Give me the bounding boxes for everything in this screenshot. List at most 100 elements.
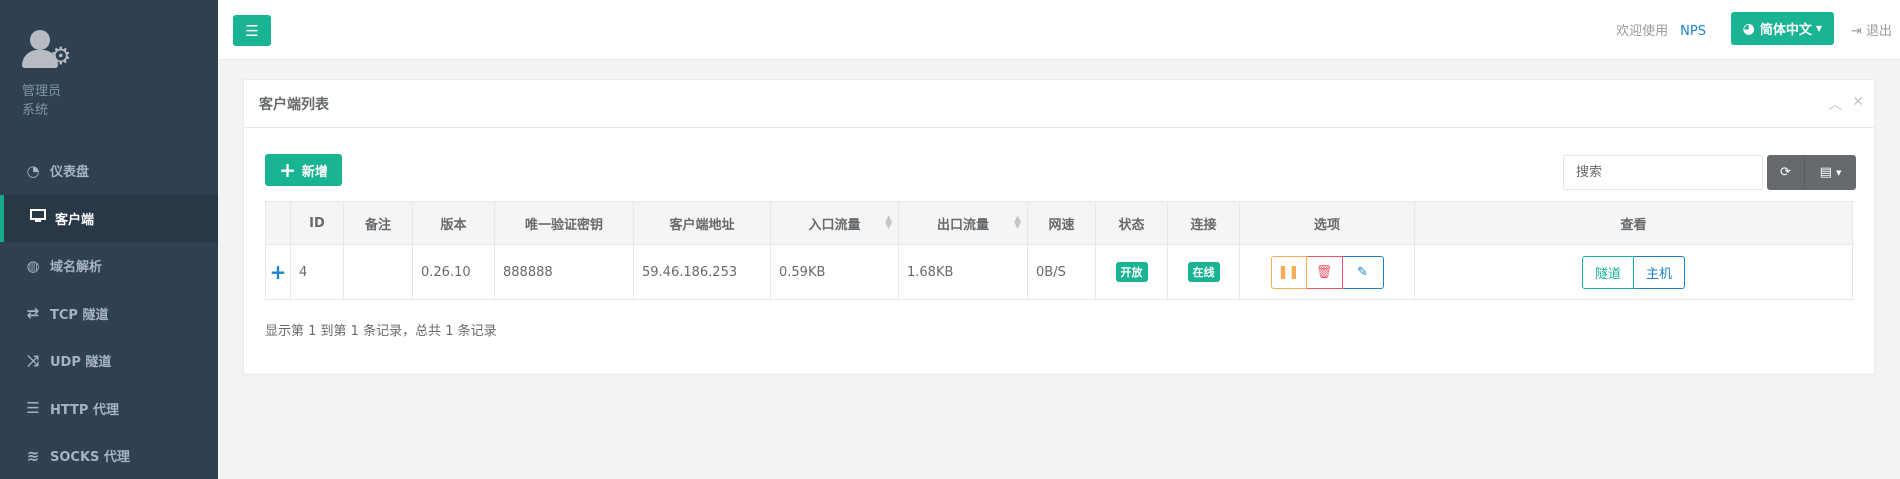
col-in-flow-label: 入口流量 <box>808 217 861 233</box>
sidebar-item-tcp[interactable]: ⇄ TCP 隧道 <box>0 290 218 338</box>
table-toolbar: ⟳ ▤ ▼ <box>1767 155 1856 190</box>
panel-tools: ︿ ✕ <box>1828 94 1864 114</box>
server-icon: ☰ <box>26 399 40 418</box>
language-dropdown[interactable]: ◕ 简体中文 ▼ <box>1730 12 1834 45</box>
pagination-info: 显示第 1 到第 1 条记录，总共 1 条记录 <box>265 324 497 339</box>
plus-icon: + <box>279 158 296 182</box>
menu-toggle-button[interactable]: ☰ <box>233 15 271 46</box>
sidebar-item-label: 仪表盘 <box>50 165 90 181</box>
profile-role: 系统 <box>22 103 49 118</box>
cell-vkey: 888888 <box>494 244 634 300</box>
retweet-icon: ⇄ <box>26 304 40 323</box>
col-expand <box>265 201 291 245</box>
edit-button[interactable]: ✎ <box>1342 255 1384 289</box>
col-out-flow-label: 出口流量 <box>936 217 989 233</box>
col-out-flow[interactable]: 出口流量 ▲ ▼ <box>898 201 1028 245</box>
col-status[interactable]: 状态 <box>1095 201 1168 245</box>
refresh-button[interactable]: ⟳ <box>1767 155 1805 190</box>
cell-connection: 在线 <box>1167 244 1240 300</box>
table-row: + 4 0.26.10 888888 59.46.186.253 0.59KB … <box>265 244 1853 300</box>
add-label: 新增 <box>301 164 328 180</box>
columns-icon: ▤ <box>1819 165 1832 180</box>
language-label: 简体中文 <box>1759 23 1812 38</box>
col-version[interactable]: 版本 <box>412 201 495 245</box>
panel-header: 客户端列表 ︿ ✕ <box>244 80 1874 128</box>
logout-label: 退出 <box>1865 24 1892 39</box>
col-vkey[interactable]: 唯一验证密钥 <box>494 201 634 245</box>
col-id[interactable]: ID <box>290 201 344 245</box>
logout-link[interactable]: ⇥ 退出 <box>1851 20 1892 39</box>
client-table: ID 备注 版本 唯一验证密钥 客户端地址 入口流量 ▲ ▼ 出口流量 ▲ ▼ 网速 状… <box>265 201 1853 300</box>
sidebar-item-domain[interactable]: ◍ 域名解析 <box>0 242 218 290</box>
sort-icon: ▲ ▼ <box>1014 214 1021 231</box>
random-icon: ⤨ <box>26 351 39 370</box>
edit-icon: ✎ <box>1357 264 1368 280</box>
cell-id: 4 <box>290 244 344 300</box>
view-tunnel-button[interactable]: 隧道 <box>1582 255 1634 289</box>
expand-cell: + <box>265 244 291 300</box>
cell-remark <box>343 244 413 300</box>
cell-version: 0.26.10 <box>412 244 495 300</box>
caret-down-icon: ▼ <box>1815 24 1822 33</box>
add-client-button[interactable]: + 新增 <box>265 154 342 186</box>
user-cog-icon: ⚙ <box>22 28 76 70</box>
col-speed[interactable]: 网速 <box>1027 201 1096 245</box>
cell-options: ❚❚ 🗑 ✎ <box>1239 244 1415 300</box>
col-in-flow[interactable]: 入口流量 ▲ ▼ <box>770 201 899 245</box>
sort-icon: ▲ ▼ <box>885 214 892 231</box>
bars-icon: ☰ <box>245 21 259 40</box>
col-address[interactable]: 客户端地址 <box>633 201 771 245</box>
sidebar-item-dashboard[interactable]: ◔ 仪表盘 <box>0 147 218 195</box>
welcome-label: 欢迎使用 <box>1616 24 1669 39</box>
refresh-icon: ⟳ <box>1780 165 1791 180</box>
sidebar-item-label: 客户端 <box>55 212 95 228</box>
sidebar-item-udp[interactable]: ⤨ UDP 隧道 <box>0 337 218 385</box>
client-list-panel: 客户端列表 ︿ ✕ + 新增 ⟳ ▤ ▼ ID 备注 版本 唯一验证密钥 客户端… <box>243 79 1875 375</box>
brand-link[interactable]: NPS <box>1680 24 1706 39</box>
caret-down-icon: ▼ <box>1835 168 1842 177</box>
cell-status: 开放 <box>1095 244 1168 300</box>
search-input[interactable] <box>1563 155 1763 190</box>
col-remark[interactable]: 备注 <box>343 201 413 245</box>
pause-button[interactable]: ❚❚ <box>1270 255 1307 289</box>
options-button-group: ❚❚ 🗑 ✎ <box>1270 255 1384 289</box>
cell-out-flow: 1.68KB <box>898 244 1028 300</box>
welcome-text: 欢迎使用 NPS <box>1616 20 1706 39</box>
col-options[interactable]: 选项 <box>1239 201 1415 245</box>
sign-out-icon: ⇥ <box>1850 24 1862 39</box>
sidebar-item-client[interactable]: 客户端 <box>0 194 218 242</box>
trash-icon: 🗑 <box>1315 264 1333 280</box>
delete-button[interactable]: 🗑 <box>1306 255 1343 289</box>
sidebar-item-label: 域名解析 <box>50 260 103 276</box>
topbar: ☰ 欢迎使用 NPS ◕ 简体中文 ▼ ⇥ 退出 <box>218 0 1900 60</box>
sidebar-item-label: TCP 隧道 <box>50 307 109 323</box>
connection-badge: 在线 <box>1187 262 1220 282</box>
collapse-icon[interactable]: ︿ <box>1828 94 1842 114</box>
view-host-button[interactable]: 主机 <box>1634 255 1685 289</box>
cell-address: 59.46.186.253 <box>633 244 771 300</box>
col-connection[interactable]: 连接 <box>1167 201 1240 245</box>
sidebar-item-label: SOCKS 代理 <box>50 450 130 466</box>
sidebar: ⚙ 管理员 系统 ◔ 仪表盘 客户端 ◍ 域名解析 ⇄ TCP 隧道 ⤨ UDP… <box>0 0 218 479</box>
layers-icon: ≋ <box>26 446 40 465</box>
sidebar-item-socks[interactable]: ≋ SOCKS 代理 <box>0 432 218 479</box>
dashboard-icon: ◔ <box>26 161 40 180</box>
cell-in-flow: 0.59KB <box>770 244 899 300</box>
sidebar-item-http[interactable]: ☰ HTTP 代理 <box>0 385 218 433</box>
globe-icon: ◍ <box>26 256 40 275</box>
globe-icon: ◕ <box>1742 20 1755 37</box>
status-badge: 开放 <box>1115 262 1148 282</box>
sidebar-nav: ◔ 仪表盘 客户端 ◍ 域名解析 ⇄ TCP 隧道 ⤨ UDP 隧道 ☰ HTT… <box>0 147 218 479</box>
sidebar-item-label: HTTP 代理 <box>50 402 119 418</box>
view-button-group: 隧道 主机 <box>1582 255 1685 289</box>
profile-name: 管理员 <box>22 84 62 99</box>
panel-title: 客户端列表 <box>259 96 329 113</box>
monitor-icon <box>27 209 49 227</box>
columns-dropdown-button[interactable]: ▤ ▼ <box>1805 155 1856 190</box>
sidebar-item-label: UDP 隧道 <box>50 355 112 371</box>
pause-icon: ❚❚ <box>1277 264 1300 280</box>
expand-plus-icon[interactable]: + <box>270 260 287 284</box>
close-icon[interactable]: ✕ <box>1852 94 1864 114</box>
user-profile[interactable]: ⚙ 管理员 系统 <box>22 28 76 120</box>
col-view[interactable]: 查看 <box>1414 201 1853 245</box>
